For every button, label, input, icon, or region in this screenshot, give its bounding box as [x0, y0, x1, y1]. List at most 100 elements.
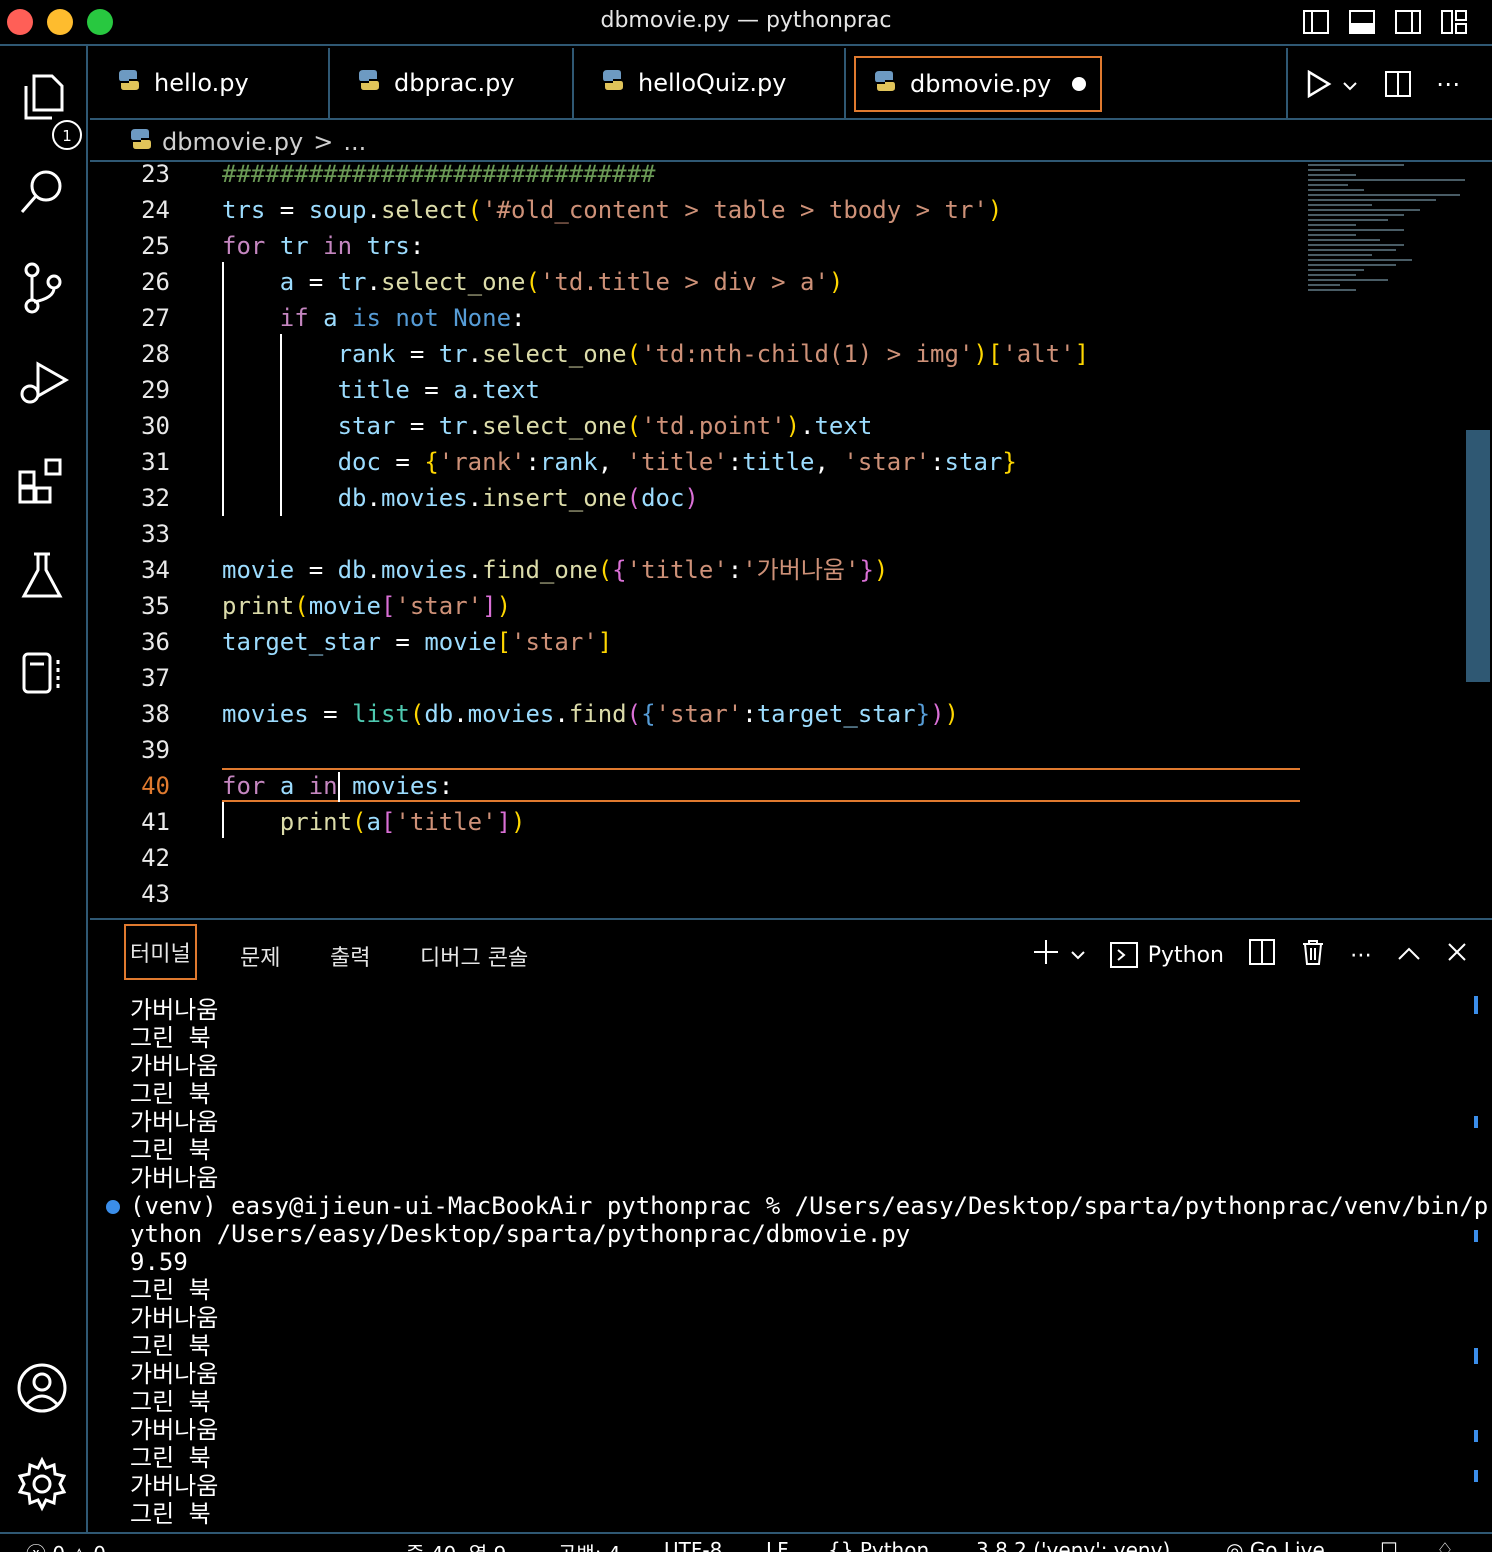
chevron-down-icon[interactable]	[1070, 943, 1086, 968]
line-number: 33	[141, 520, 170, 548]
terminal-line: 그린 북	[130, 1500, 211, 1528]
terminal-scroll-marker	[1474, 1470, 1478, 1482]
code-text: print(movie['star'])	[222, 592, 512, 620]
code-text: movie = db.movies.find_one({'title':'가버나…	[222, 556, 889, 584]
code-line: 34 movie = db.movies.find_one({'title':'가…	[90, 552, 1464, 588]
cursor-position[interactable]: 줄 40, 열 9	[406, 1538, 506, 1552]
code-text: if a is not None:	[279, 304, 526, 332]
go-live-button[interactable]: ◎ Go Live	[1226, 1538, 1325, 1552]
notifications-bell-icon[interactable]: ♢	[1436, 1538, 1454, 1552]
tab-debug-console[interactable]: 디버그 콘솔	[420, 940, 528, 972]
explorer-badge: 1	[52, 120, 82, 150]
python-file-icon	[874, 70, 896, 98]
tab-problems[interactable]: 문제	[240, 940, 280, 972]
terminal-line: 가버나움	[130, 1108, 219, 1136]
code-editor[interactable]: 23 ############################## 24 trs =…	[90, 162, 1464, 918]
testing-icon[interactable]	[14, 548, 70, 604]
language-mode[interactable]: {} Python	[828, 1538, 929, 1552]
extensions-icon[interactable]	[14, 452, 70, 508]
new-terminal-icon[interactable]	[1032, 938, 1060, 972]
command-decoration-icon[interactable]	[106, 1200, 120, 1214]
chevron-down-icon[interactable]	[1342, 78, 1358, 97]
split-terminal-icon[interactable]	[1248, 938, 1276, 972]
code-line-current: 40 for a in movies:	[90, 768, 1464, 804]
source-control-icon[interactable]	[14, 260, 70, 316]
code-text: for tr in trs:	[222, 232, 425, 260]
terminal-line: 9.59	[130, 1248, 188, 1276]
error-icon: ⓧ	[26, 1542, 46, 1552]
customize-layout-icon[interactable]	[1440, 8, 1468, 36]
account-icon[interactable]	[14, 1360, 70, 1416]
code-line: 28 rank = tr.select_one('td:nth-child(1)…	[90, 336, 1464, 372]
unsaved-dot-icon[interactable]	[1072, 77, 1086, 91]
tab-output[interactable]: 출력	[330, 940, 370, 972]
more-actions-icon[interactable]: ⋯	[1436, 70, 1460, 98]
search-icon[interactable]	[14, 164, 70, 220]
toggle-secondary-sidebar-icon[interactable]	[1394, 8, 1422, 36]
breadcrumb-symbols[interactable]: ...	[343, 128, 366, 156]
python-file-icon	[358, 69, 380, 97]
tab-dbprac-py[interactable]: dbprac.py	[330, 48, 574, 118]
feedback-icon[interactable]: ☐	[1380, 1538, 1398, 1552]
close-panel-icon[interactable]	[1446, 941, 1468, 969]
terminal-scroll-marker	[1474, 996, 1478, 1014]
title-bar: dbmovie.py — pythonprac	[0, 0, 1492, 46]
line-number: 37	[141, 664, 170, 692]
remote-explorer-icon[interactable]	[14, 646, 70, 702]
tab-terminal[interactable]: 터미널	[124, 924, 197, 980]
code-text: trs = soup.select('#old_content > table …	[222, 196, 1003, 224]
split-editor-icon[interactable]	[1384, 70, 1412, 102]
terminal-scroll-marker	[1474, 1348, 1478, 1364]
code-text: doc = {'rank':rank, 'title':title, 'star…	[337, 448, 1017, 476]
code-line: 31 doc = {'rank':rank, 'title':title, 's…	[90, 444, 1464, 480]
editor-scrollbar[interactable]	[1466, 430, 1490, 682]
line-number: 25	[141, 232, 170, 260]
terminal-line: 그린 북	[130, 1136, 211, 1164]
line-number: 31	[141, 448, 170, 476]
maximize-panel-icon[interactable]	[1396, 943, 1422, 968]
line-number: 24	[141, 196, 170, 224]
code-line: 33	[90, 516, 1464, 552]
terminal-line: 가버나움	[130, 1304, 219, 1332]
python-file-icon	[118, 69, 140, 97]
line-number: 38	[141, 700, 170, 728]
tab-dbmovie-py[interactable]: dbmovie.py	[854, 56, 1102, 112]
settings-gear-icon[interactable]	[14, 1456, 70, 1512]
code-line: 32 db.movies.insert_one(doc)	[90, 480, 1464, 516]
line-number: 43	[141, 880, 170, 908]
terminal-line: 그린 북	[130, 1332, 211, 1360]
tab-helloquiz-py[interactable]: helloQuiz.py	[574, 48, 846, 118]
code-text: db.movies.insert_one(doc)	[337, 484, 699, 512]
run-python-file-icon[interactable]	[1306, 69, 1332, 102]
encoding[interactable]: UTF-8	[664, 1538, 722, 1552]
trash-icon[interactable]	[1300, 938, 1326, 972]
terminal-scroll-marker	[1474, 1116, 1478, 1128]
toggle-panel-icon[interactable]	[1348, 8, 1376, 36]
more-actions-icon[interactable]: ⋯	[1350, 943, 1372, 968]
terminal-output[interactable]: 가버나움 그린 북 가버나움 그린 북 가버나움 그린 북 가버나움 (venv…	[90, 992, 1488, 1532]
end-of-line[interactable]: LF	[766, 1538, 789, 1552]
code-line: 37	[90, 660, 1464, 696]
problems-status[interactable]: ⓧ 0 △ 0	[26, 1538, 106, 1552]
tab-hello-py[interactable]: hello.py	[90, 48, 330, 118]
python-interpreter[interactable]: 3.8.2 ('venv': venv)	[976, 1538, 1170, 1552]
code-text: star = tr.select_one('td.point').text	[337, 412, 873, 440]
terminal-scroll-marker	[1474, 1430, 1478, 1442]
run-and-debug-icon[interactable]	[14, 354, 70, 410]
indentation[interactable]: 공백: 4	[558, 1538, 621, 1552]
breadcrumb: dbmovie.py > ...	[90, 122, 1492, 162]
terminal-line: 그린 북	[130, 1444, 211, 1472]
panel-tab-bar: 터미널 문제 출력 디버그 콘솔 Python ⋯	[90, 920, 1492, 990]
line-number: 34	[141, 556, 170, 584]
breadcrumb-file[interactable]: dbmovie.py	[162, 128, 303, 156]
shell-label: Python	[1147, 942, 1224, 968]
terminal-line: 가버나움	[130, 1164, 219, 1192]
terminal-icon	[1109, 942, 1138, 968]
line-number: 40	[141, 772, 170, 800]
code-line: 25 for tr in trs:	[90, 228, 1464, 264]
minimap[interactable]	[1308, 164, 1468, 334]
toggle-primary-sidebar-icon[interactable]	[1302, 8, 1330, 36]
terminal-line: 가버나움	[130, 1416, 219, 1444]
explorer-icon[interactable]: 1	[14, 70, 82, 150]
terminal-shell-selector[interactable]: Python	[1109, 941, 1224, 969]
